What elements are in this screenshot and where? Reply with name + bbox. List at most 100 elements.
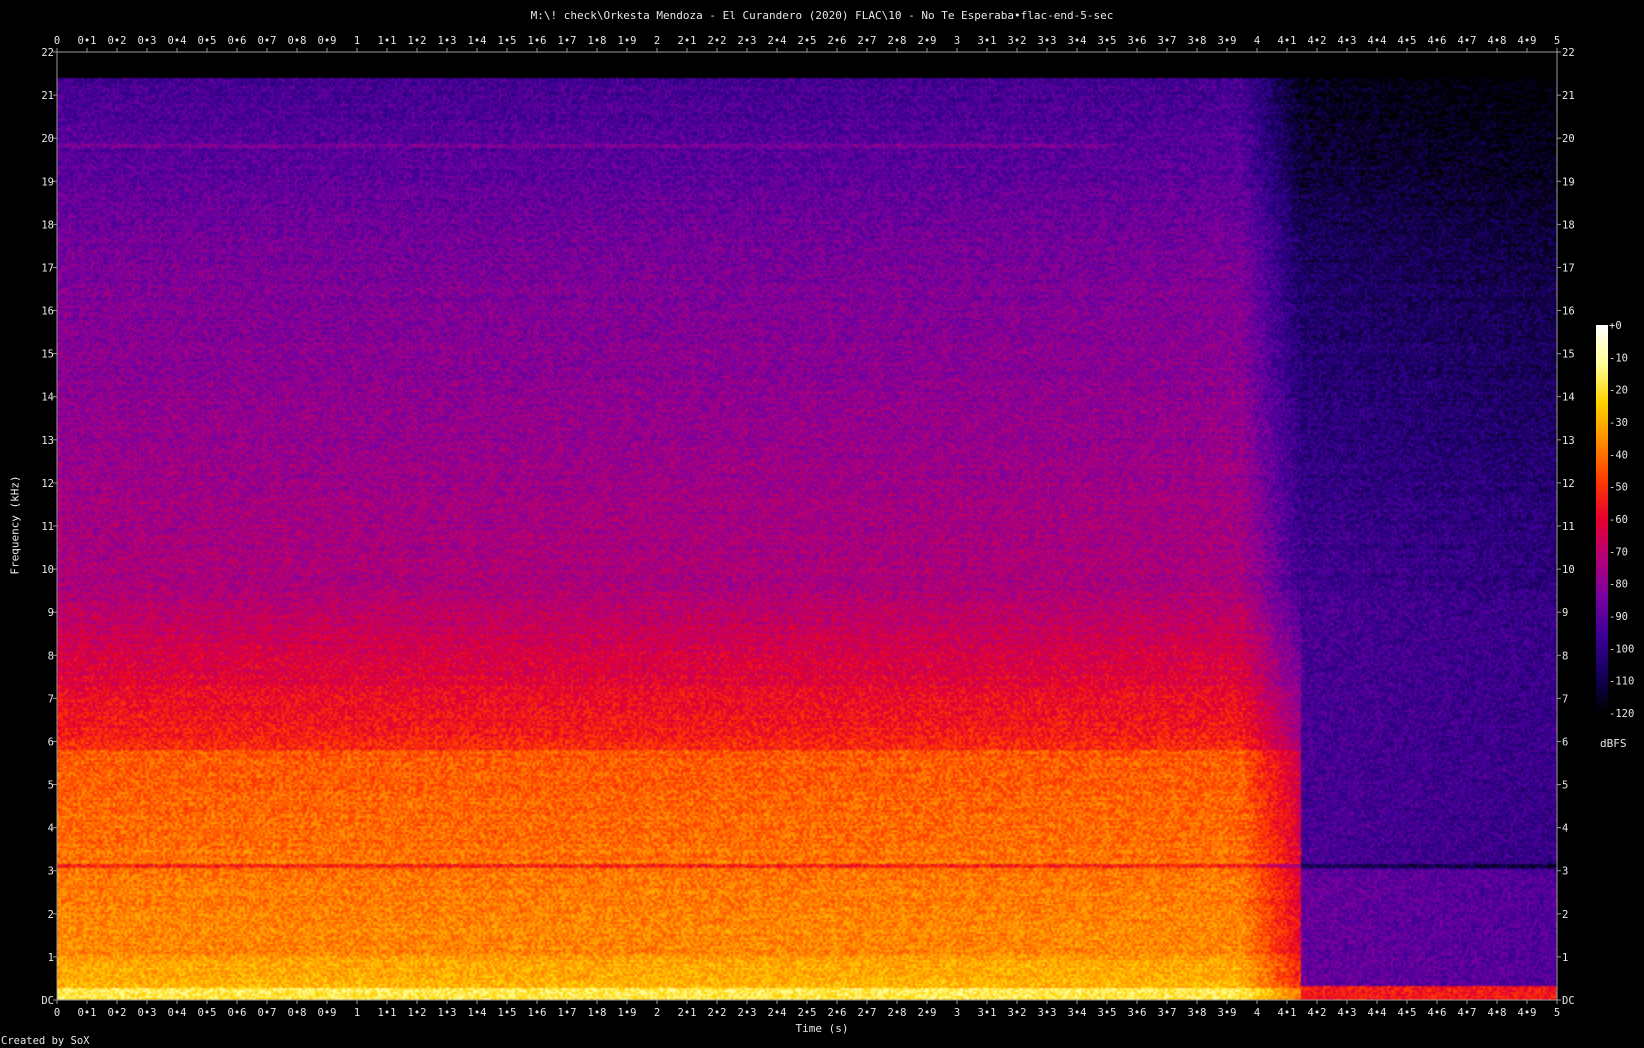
x-tick-label: 4•5 — [1398, 1007, 1417, 1019]
x-tick-label: 2•3 — [738, 35, 757, 47]
y-axis-label: Frequency (kHz) — [8, 475, 22, 575]
x-tick-label: 4 — [1254, 35, 1260, 47]
x-tick-label: 0•4 — [168, 1007, 187, 1019]
x-tick-label: 0•6 — [228, 1007, 247, 1019]
x-tick-label: 0 — [54, 35, 60, 47]
colorbar-tick-label: -110 — [1609, 676, 1634, 688]
x-tick-label: 4•5 — [1398, 35, 1417, 47]
x-tick-label: 2•1 — [678, 1007, 697, 1019]
y-tick-label: 10 — [41, 564, 54, 576]
colorbar — [1596, 325, 1608, 713]
x-tick-label: 0•4 — [168, 35, 187, 47]
x-tick-label: 4•2 — [1308, 1007, 1327, 1019]
x-tick-label: 1•4 — [468, 35, 487, 47]
x-tick-label: 0•8 — [288, 1007, 307, 1019]
x-tick-label: 3•9 — [1218, 35, 1237, 47]
x-axis-label: Time (s) — [795, 1022, 849, 1035]
y-axis-left: DC12345678910111213141516171819202122 — [41, 47, 57, 1007]
x-tick-label: 3•8 — [1188, 1007, 1207, 1019]
x-tick-label: 3•2 — [1008, 1007, 1027, 1019]
y-tick-label: 20 — [1562, 133, 1575, 145]
y-axis-right: DC12345678910111213141516171819202122 — [1557, 47, 1575, 1007]
footer-credit: Created by SoX — [1, 1035, 90, 1047]
y-tick-label: 12 — [1562, 478, 1575, 490]
colorbar-tick-label: -90 — [1609, 611, 1628, 623]
x-tick-label: 0•3 — [138, 1007, 157, 1019]
y-tick-label: 14 — [41, 392, 54, 404]
x-tick-label: 4•1 — [1278, 35, 1297, 47]
x-tick-label: 0•7 — [258, 1007, 277, 1019]
colorbar-tick-label: -70 — [1609, 546, 1628, 558]
y-tick-label: 10 — [1562, 564, 1575, 576]
x-tick-label: 3•1 — [978, 35, 997, 47]
y-tick-label: 6 — [1562, 736, 1568, 748]
x-tick-label: 3•3 — [1038, 35, 1057, 47]
x-tick-label: 2 — [654, 35, 660, 47]
y-tick-label: 14 — [1562, 392, 1575, 404]
y-tick-label: 20 — [41, 133, 54, 145]
y-tick-label: 13 — [41, 435, 54, 447]
x-tick-label: 2•7 — [858, 35, 877, 47]
y-tick-label: 22 — [1562, 47, 1575, 59]
x-tick-label: 4•9 — [1518, 35, 1537, 47]
x-tick-label: 2•1 — [678, 35, 697, 47]
x-tick-label: 1•5 — [498, 1007, 517, 1019]
colorbar-tick-label: -100 — [1609, 643, 1634, 655]
y-tick-label: 15 — [1562, 349, 1575, 361]
y-tick-label: DC — [1562, 995, 1575, 1007]
y-tick-label: 17 — [41, 262, 54, 274]
y-tick-label: 15 — [41, 349, 54, 361]
x-tick-label: 0•6 — [228, 35, 247, 47]
x-tick-label: 4•3 — [1338, 1007, 1357, 1019]
y-tick-label: 18 — [41, 219, 54, 231]
y-tick-label: 19 — [41, 176, 54, 188]
y-tick-label: 13 — [1562, 435, 1575, 447]
x-tick-label: 1•8 — [588, 35, 607, 47]
x-tick-label: 1•9 — [618, 35, 637, 47]
colorbar-tick-label: -10 — [1609, 352, 1628, 364]
y-tick-label: DC — [41, 995, 54, 1007]
y-tick-label: 2 — [1562, 909, 1568, 921]
colorbar-ticks: +0 -10 -20 -30 -40 -50 -60 -70 -80 -90 -100 -110 -12… — [1609, 320, 1634, 720]
x-tick-label: 1•1 — [378, 1007, 397, 1019]
x-tick-label: 2•6 — [828, 1007, 847, 1019]
colorbar-tick-label: +0 — [1609, 320, 1622, 332]
colorbar-tick-label: -60 — [1609, 514, 1628, 526]
x-tick-label: 3•7 — [1158, 35, 1177, 47]
x-tick-label: 3•5 — [1098, 35, 1117, 47]
y-tick-label: 8 — [1562, 650, 1568, 662]
y-tick-label: 16 — [41, 306, 54, 318]
x-tick-label: 2•4 — [768, 1007, 787, 1019]
x-tick-label: 3•2 — [1008, 35, 1027, 47]
y-tick-label: 17 — [1562, 262, 1575, 274]
x-tick-label: 2•2 — [708, 35, 727, 47]
x-tick-label: 1•4 — [468, 1007, 487, 1019]
y-tick-label: 1 — [48, 952, 54, 964]
x-tick-label: 4•8 — [1488, 1007, 1507, 1019]
x-tick-label: 5 — [1554, 1007, 1560, 1019]
y-tick-label: 19 — [1562, 176, 1575, 188]
x-tick-label: 1•2 — [408, 1007, 427, 1019]
x-tick-label: 0 — [54, 1007, 60, 1019]
x-tick-label: 3•7 — [1158, 1007, 1177, 1019]
y-tick-label: 9 — [1562, 607, 1568, 619]
y-tick-label: 11 — [41, 521, 54, 533]
x-tick-label: 2•4 — [768, 35, 787, 47]
x-tick-label: 4•4 — [1368, 35, 1387, 47]
y-tick-label: 2 — [48, 909, 54, 921]
x-tick-label: 4•7 — [1458, 35, 1477, 47]
x-tick-label: 1•3 — [438, 1007, 457, 1019]
x-tick-label: 1•1 — [378, 35, 397, 47]
colorbar-unit: dBFS — [1600, 737, 1627, 750]
y-tick-label: 22 — [41, 47, 54, 59]
x-tick-label: 4•6 — [1428, 1007, 1447, 1019]
x-tick-label: 1•5 — [498, 35, 517, 47]
y-tick-label: 5 — [48, 780, 54, 792]
x-tick-label: 3 — [954, 35, 960, 47]
x-tick-label: 2•7 — [858, 1007, 877, 1019]
x-tick-label: 3•4 — [1068, 35, 1087, 47]
x-tick-label: 3•1 — [978, 1007, 997, 1019]
x-axis-top: 0 0•1 0•2 0•3 0•4 0•5 0•6 0•7 0•8 0•9 1 1•1 1•2 1•3 1•… — [54, 35, 1560, 52]
colorbar-tick-label: -80 — [1609, 579, 1628, 591]
x-tick-label: 4•7 — [1458, 1007, 1477, 1019]
